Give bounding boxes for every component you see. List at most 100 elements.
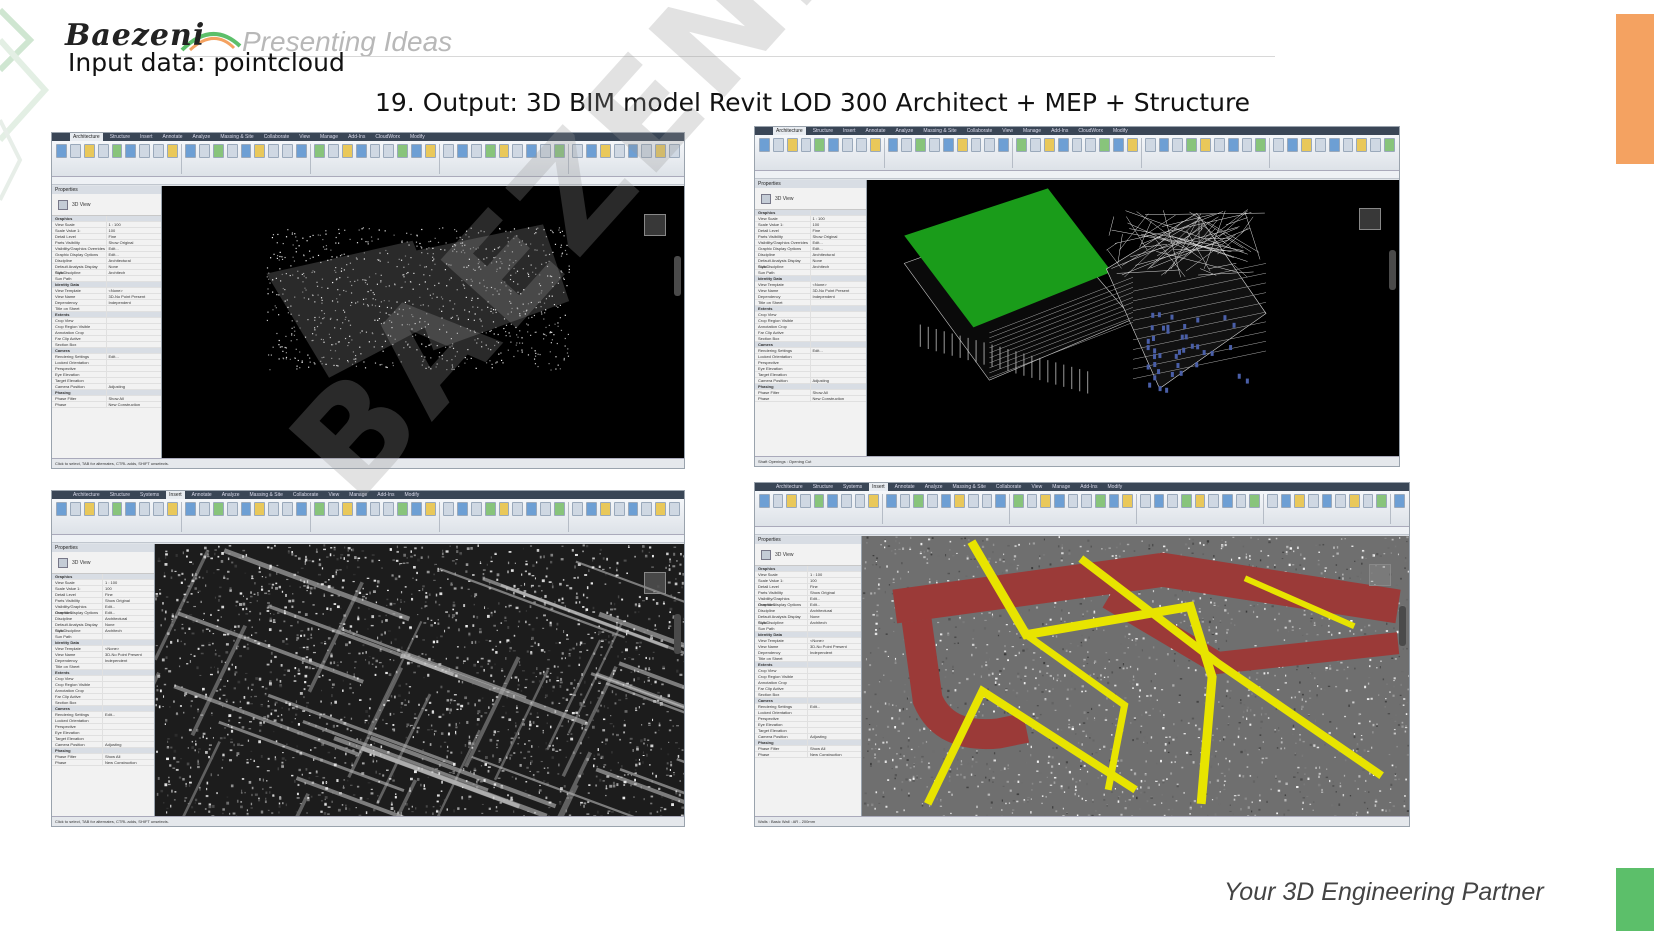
tab-view[interactable]: View: [296, 133, 313, 141]
ribbon-tool-icon[interactable]: [111, 144, 123, 158]
ribbon-tool-icon[interactable]: [526, 502, 538, 516]
property-value[interactable]: [107, 330, 162, 335]
ribbon-tool-icon[interactable]: [984, 138, 996, 152]
ribbon-tool-icon[interactable]: [1294, 494, 1306, 508]
property-value[interactable]: 100: [107, 228, 162, 233]
ribbon-tool-icon[interactable]: [1200, 138, 1211, 152]
tab-modify[interactable]: Modify: [1105, 483, 1126, 491]
ribbon-tool-icon[interactable]: [956, 138, 968, 152]
ribbon-tool-icon[interactable]: [800, 138, 812, 152]
ribbon-tool-icon[interactable]: [425, 144, 437, 158]
ribbon-tool-icon[interactable]: [526, 144, 538, 158]
property-value[interactable]: New Construction: [808, 752, 861, 757]
ribbon-tool-icon[interactable]: [397, 144, 409, 158]
ribbon-tool-icon[interactable]: [901, 138, 913, 152]
ribbon-tool-icon[interactable]: [886, 494, 897, 508]
ribbon-tool-icon[interactable]: [968, 494, 979, 508]
ribbon-tool-icon[interactable]: [512, 144, 524, 158]
tab-annotate[interactable]: Annotate: [189, 491, 215, 499]
ribbon-tool-icon[interactable]: [167, 502, 179, 516]
tab-add-ins[interactable]: Add-Ins: [1077, 483, 1100, 491]
ribbon-tool-icon[interactable]: [83, 144, 95, 158]
ribbon-tool-icon[interactable]: [167, 144, 179, 158]
ribbon-tool-icon[interactable]: [198, 144, 210, 158]
property-value[interactable]: [808, 722, 861, 727]
ribbon-tool-icon[interactable]: [786, 138, 798, 152]
ribbon-tool-icon[interactable]: [383, 502, 395, 516]
navigation-bar[interactable]: [1399, 606, 1406, 646]
ribbon-tool-icon[interactable]: [1208, 494, 1220, 508]
ribbon-tool-icon[interactable]: [1213, 138, 1225, 152]
property-value[interactable]: [808, 728, 861, 733]
ribbon-tool-icon[interactable]: [69, 502, 81, 516]
ribbon-tool-icon[interactable]: [913, 494, 925, 508]
ribbon-tool-icon[interactable]: [498, 502, 510, 516]
property-value[interactable]: Architech: [103, 628, 154, 633]
viewport-3d[interactable]: [862, 536, 1409, 816]
ribbon-tool-icon[interactable]: [655, 144, 667, 158]
ribbon-tool-icon[interactable]: [1181, 494, 1192, 508]
ribbon-tool-icon[interactable]: [185, 144, 196, 158]
ribbon-tool-icon[interactable]: [1026, 494, 1038, 508]
property-value[interactable]: Fine: [103, 592, 154, 597]
property-value[interactable]: Architectural: [808, 608, 861, 613]
ribbon-tool-icon[interactable]: [198, 502, 210, 516]
property-value[interactable]: [808, 680, 861, 685]
property-value[interactable]: [811, 330, 867, 335]
ribbon-tool-icon[interactable]: [1376, 494, 1388, 508]
tab-systems[interactable]: Systems: [137, 491, 162, 499]
ribbon-tool-icon[interactable]: [641, 502, 653, 516]
property-row[interactable]: Phase New Construction: [755, 752, 861, 758]
ribbon-tool-icon[interactable]: [97, 502, 109, 516]
property-value[interactable]: Adjusting: [808, 734, 861, 739]
property-value[interactable]: Edit...: [811, 240, 867, 245]
ribbon-tool-icon[interactable]: [1122, 494, 1134, 508]
tab-manage[interactable]: Manage: [317, 133, 341, 141]
tab-annotate[interactable]: Annotate: [160, 133, 186, 141]
tab-add-ins[interactable]: Add-Ins: [345, 133, 368, 141]
property-value[interactable]: Edit...: [808, 596, 861, 601]
ribbon-tool-icon[interactable]: [1113, 138, 1124, 152]
ribbon-tool-icon[interactable]: [125, 502, 137, 516]
property-value[interactable]: 100: [103, 586, 154, 591]
property-value[interactable]: Show All: [808, 746, 861, 751]
ribbon-tool-icon[interactable]: [613, 144, 625, 158]
property-value[interactable]: <None>: [808, 638, 861, 643]
property-value[interactable]: Show All: [811, 390, 867, 395]
tab-architecture[interactable]: Architecture: [70, 133, 103, 141]
property-value[interactable]: Show All: [107, 396, 162, 401]
property-value[interactable]: [811, 270, 867, 275]
ribbon-tool-icon[interactable]: [139, 502, 151, 516]
tab-annotate[interactable]: Annotate: [863, 127, 889, 135]
ribbon-tool-icon[interactable]: [1356, 138, 1368, 152]
property-value[interactable]: [103, 676, 154, 681]
tab-view[interactable]: View: [1028, 483, 1045, 491]
ribbon-tool-icon[interactable]: [327, 144, 339, 158]
ribbon-tool-icon[interactable]: [512, 502, 524, 516]
property-value[interactable]: Show Original: [107, 240, 162, 245]
navigation-bar[interactable]: [674, 614, 681, 654]
viewport-3d[interactable]: [155, 544, 684, 816]
ribbon-tool-icon[interactable]: [1287, 138, 1298, 152]
ribbon-tool-icon[interactable]: [425, 502, 437, 516]
property-value[interactable]: [808, 692, 861, 697]
property-value[interactable]: [808, 674, 861, 679]
property-value[interactable]: Edit...: [103, 604, 154, 609]
ribbon-tool-icon[interactable]: [139, 144, 151, 158]
ribbon-tool-icon[interactable]: [1108, 494, 1120, 508]
tab-view[interactable]: View: [999, 127, 1016, 135]
ribbon-tool-icon[interactable]: [397, 502, 409, 516]
ribbon-tool-icon[interactable]: [1158, 138, 1170, 152]
ribbon-tool-icon[interactable]: [1273, 138, 1285, 152]
property-value[interactable]: Independent: [808, 650, 861, 655]
ribbon-tool-icon[interactable]: [456, 144, 468, 158]
property-value[interactable]: [107, 276, 162, 281]
ribbon-tool-icon[interactable]: [1071, 138, 1083, 152]
ribbon-tool-icon[interactable]: [940, 494, 952, 508]
ribbon-tool-icon[interactable]: [383, 144, 395, 158]
tab-manage[interactable]: Manage: [346, 491, 370, 499]
property-value[interactable]: 1 : 100: [107, 222, 162, 227]
property-value[interactable]: None: [808, 614, 861, 619]
viewcube-icon[interactable]: [644, 214, 666, 236]
ribbon-tool-icon[interactable]: [226, 144, 238, 158]
